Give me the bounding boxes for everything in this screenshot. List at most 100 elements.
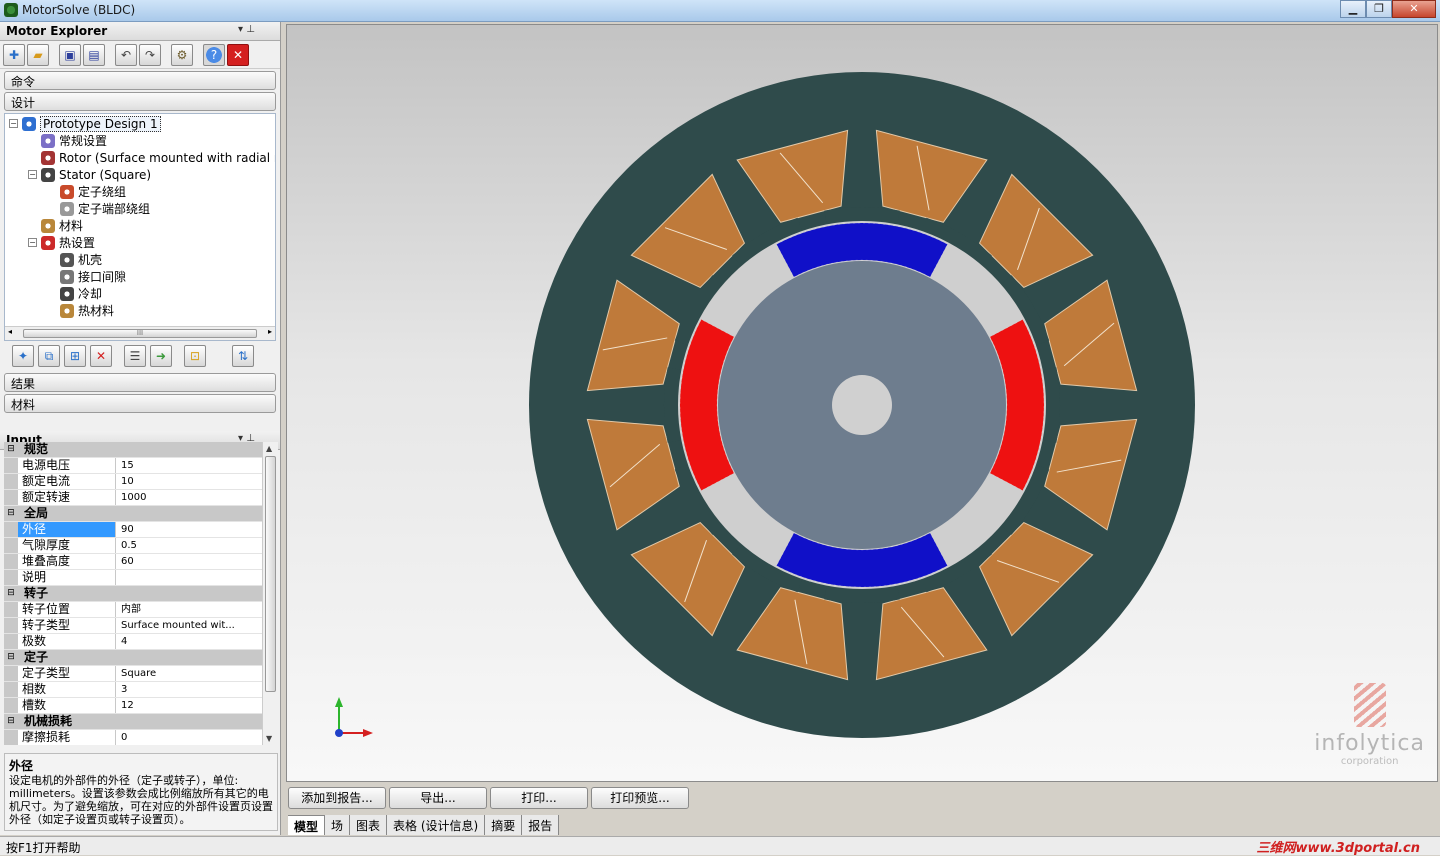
- property-value[interactable]: 60: [116, 554, 262, 569]
- tree-item[interactable]: Rotor (Surface mounted with radial magne…: [28, 149, 275, 166]
- tab[interactable]: 模型: [288, 815, 326, 835]
- property-row[interactable]: 气隙厚度 0.5: [4, 538, 262, 554]
- property-row[interactable]: 相数 3: [4, 682, 262, 698]
- property-value[interactable]: 0.5: [116, 538, 262, 553]
- collapse-icon[interactable]: ⊟: [4, 442, 18, 457]
- minimize-button[interactable]: ▁: [1340, 0, 1366, 18]
- property-scrollbar[interactable]: ▲ ▼: [262, 442, 278, 745]
- tab[interactable]: 表格 (设计信息): [387, 815, 486, 835]
- property-row[interactable]: 转子位置 内部: [4, 602, 262, 618]
- property-value[interactable]: 4: [116, 634, 262, 649]
- tree-item[interactable]: 定子绕组: [47, 183, 126, 200]
- new-icon[interactable]: ✚: [3, 43, 25, 66]
- property-row[interactable]: 电源电压 15: [4, 458, 262, 474]
- tree-node-icon: [60, 184, 74, 199]
- property-category[interactable]: ⊟ 规范: [4, 442, 262, 458]
- maximize-button[interactable]: ❐: [1366, 0, 1392, 18]
- property-category[interactable]: ⊟ 机械损耗: [4, 714, 262, 730]
- save-icon[interactable]: ▣: [59, 43, 81, 66]
- redo-icon[interactable]: ↷: [139, 43, 161, 66]
- property-value[interactable]: [116, 570, 262, 585]
- print-button[interactable]: 打印...: [490, 787, 588, 809]
- results-section[interactable]: 结果: [4, 373, 276, 392]
- lock-icon[interactable]: ⊡: [184, 345, 206, 367]
- tree-scroll-thumb[interactable]: III: [23, 329, 257, 338]
- compare-icon[interactable]: ☰: [124, 345, 146, 367]
- property-row[interactable]: 槽数 12: [4, 698, 262, 714]
- print-preview-button[interactable]: 打印预览...: [591, 787, 689, 809]
- tree-item[interactable]: 冷却: [47, 285, 102, 302]
- property-row[interactable]: 额定转速 1000: [4, 490, 262, 506]
- property-value[interactable]: 90: [116, 522, 262, 537]
- tab[interactable]: 场: [325, 815, 351, 835]
- category-name: 规范: [24, 442, 49, 456]
- property-value[interactable]: 0: [116, 730, 262, 745]
- property-value[interactable]: Square: [116, 666, 262, 681]
- export-button[interactable]: 导出...: [389, 787, 487, 809]
- open-icon[interactable]: ▰: [27, 43, 49, 66]
- property-row[interactable]: 定子类型 Square: [4, 666, 262, 682]
- property-value[interactable]: 3: [116, 682, 262, 697]
- tree-expand-icon[interactable]: −: [9, 119, 18, 128]
- property-category[interactable]: ⊟ 定子: [4, 650, 262, 666]
- tab[interactable]: 摘要: [485, 815, 523, 835]
- help-icon[interactable]: ?: [203, 43, 225, 66]
- duplicate-icon[interactable]: ⊞: [64, 345, 86, 367]
- collapse-icon[interactable]: ⊟: [4, 506, 18, 521]
- save-as-icon[interactable]: ▤: [83, 43, 105, 66]
- tree-item[interactable]: − 热设置: [28, 234, 95, 251]
- close-icon[interactable]: ✕: [227, 43, 249, 66]
- tree-item[interactable]: 热材料: [47, 302, 114, 319]
- tree-horizontal-scrollbar[interactable]: ◂ III ▸: [5, 326, 275, 340]
- tree-node-icon: [41, 218, 55, 233]
- property-scroll-thumb[interactable]: [265, 456, 276, 692]
- tree-item[interactable]: 常规设置: [28, 132, 107, 149]
- add-component-icon[interactable]: ✦: [12, 345, 34, 367]
- property-value[interactable]: 1000: [116, 490, 262, 505]
- sort-icon[interactable]: ⇅: [232, 345, 254, 367]
- property-row[interactable]: 额定电流 10: [4, 474, 262, 490]
- property-value[interactable]: 15: [116, 458, 262, 473]
- materials-section[interactable]: 材料: [4, 394, 276, 413]
- row-gutter: [4, 554, 18, 569]
- panel-pin-icon[interactable]: ▾ ⊥: [238, 24, 255, 35]
- tree-item[interactable]: 接口间隙: [47, 268, 126, 285]
- motor-cross-section[interactable]: [287, 25, 1437, 781]
- tree-node-icon: [22, 116, 36, 131]
- property-row[interactable]: 转子类型 Surface mounted wit...: [4, 618, 262, 634]
- design-section[interactable]: 设计: [4, 92, 276, 111]
- collapse-icon[interactable]: ⊟: [4, 586, 18, 601]
- property-row[interactable]: 说明: [4, 570, 262, 586]
- tree-item[interactable]: 定子端部绕组: [47, 200, 150, 217]
- property-category[interactable]: ⊟ 全局: [4, 506, 262, 522]
- property-category[interactable]: ⊟ 转子: [4, 586, 262, 602]
- copy-design-icon[interactable]: ⧉: [38, 345, 60, 367]
- commands-section[interactable]: 命令: [4, 71, 276, 90]
- model-view[interactable]: infolytica corporation: [286, 24, 1438, 782]
- property-row[interactable]: 堆叠高度 60: [4, 554, 262, 570]
- property-value[interactable]: 内部: [116, 602, 262, 617]
- undo-icon[interactable]: ↶: [115, 43, 137, 66]
- property-name: 额定转速: [18, 490, 116, 505]
- tab[interactable]: 报告: [522, 815, 560, 835]
- property-row[interactable]: 外径 90: [4, 522, 262, 538]
- property-value[interactable]: 12: [116, 698, 262, 713]
- tree-expand-icon[interactable]: −: [28, 238, 37, 247]
- import-icon[interactable]: ➜: [150, 345, 172, 367]
- tree-item[interactable]: 材料: [28, 217, 83, 234]
- settings-icon[interactable]: ⚙: [171, 43, 193, 66]
- collapse-icon[interactable]: ⊟: [4, 650, 18, 665]
- tree-item[interactable]: 机壳: [47, 251, 102, 268]
- property-value[interactable]: 10: [116, 474, 262, 489]
- tree-item[interactable]: − Stator (Square): [28, 166, 151, 183]
- property-row[interactable]: 极数 4: [4, 634, 262, 650]
- property-row[interactable]: 摩擦损耗 0: [4, 730, 262, 745]
- close-window-button[interactable]: ✕: [1392, 0, 1436, 18]
- add-to-report-button[interactable]: 添加到报告...: [288, 787, 386, 809]
- property-value[interactable]: Surface mounted wit...: [116, 618, 262, 633]
- tab[interactable]: 图表: [350, 815, 388, 835]
- tree-expand-icon[interactable]: −: [28, 170, 37, 179]
- collapse-icon[interactable]: ⊟: [4, 714, 18, 729]
- tree-item[interactable]: − Prototype Design 1: [9, 115, 161, 132]
- delete-icon[interactable]: ✕: [90, 345, 112, 367]
